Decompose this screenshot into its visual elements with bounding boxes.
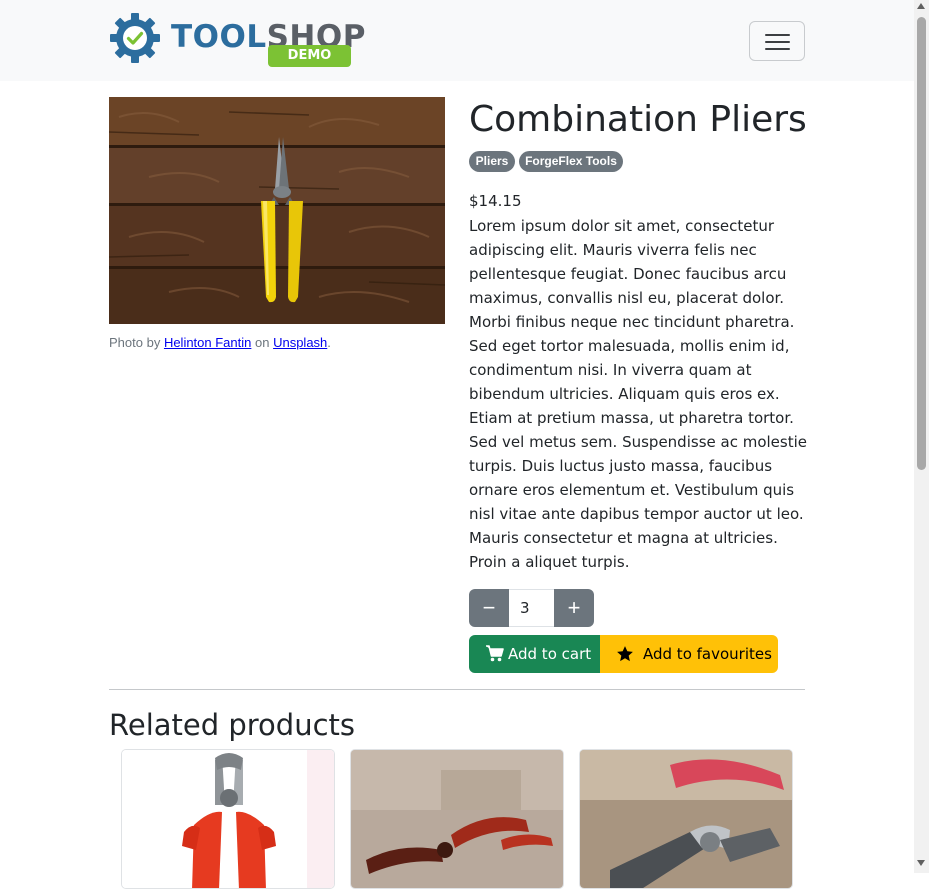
navbar: TOOLSHOP DEMO xyxy=(0,0,914,81)
related-product-image xyxy=(122,750,334,888)
navbar-toggler-button[interactable] xyxy=(749,21,805,61)
decrease-quantity-button[interactable]: − xyxy=(469,589,509,627)
product-name: Combination Pliers xyxy=(469,99,807,140)
star-icon xyxy=(617,646,633,662)
pliers-photo xyxy=(109,97,445,324)
brand-demo-tag: DEMO xyxy=(268,45,351,67)
related-product-card[interactable] xyxy=(121,749,335,889)
category-badge: Pliers xyxy=(469,151,515,172)
add-to-cart-label: Add to cart xyxy=(508,645,592,663)
scroll-up-arrow-icon[interactable] xyxy=(917,3,925,9)
brand-logo[interactable]: TOOLSHOP DEMO xyxy=(109,12,365,70)
related-product-card[interactable] xyxy=(350,749,564,889)
related-products-heading: Related products xyxy=(109,708,356,742)
caption-middle: on xyxy=(251,335,274,350)
section-divider xyxy=(109,689,805,690)
scrollbar-thumb[interactable] xyxy=(917,17,926,470)
add-to-favourites-button[interactable]: Add to favourites xyxy=(600,635,778,673)
related-product-image xyxy=(580,750,792,888)
gear-check-icon xyxy=(110,13,160,63)
caption-prefix: Photo by xyxy=(109,335,164,350)
hamburger-icon-line xyxy=(765,41,790,43)
page-scrollbar[interactable] xyxy=(914,0,929,873)
related-product-card[interactable] xyxy=(579,749,793,889)
brand-badge: ForgeFlex Tools xyxy=(519,151,623,172)
quantity-input[interactable] xyxy=(509,589,554,627)
related-product-image xyxy=(351,750,563,888)
image-caption: Photo by Helinton Fantin on Unsplash. xyxy=(109,335,331,350)
caption-suffix: . xyxy=(327,335,331,350)
hamburger-icon xyxy=(765,34,790,36)
add-to-favourites-label: Add to favourites xyxy=(643,645,772,663)
add-to-cart-button[interactable]: Add to cart xyxy=(469,635,600,673)
product-image xyxy=(109,97,445,324)
unsplash-link[interactable]: Unsplash xyxy=(273,335,327,350)
product-price: $14.15 xyxy=(469,192,522,210)
cart-icon xyxy=(486,645,504,662)
brand-name-part1: TOOL xyxy=(171,19,267,55)
photographer-link[interactable]: Helinton Fantin xyxy=(164,335,251,350)
hamburger-icon-line xyxy=(765,48,790,50)
scroll-down-arrow-icon[interactable] xyxy=(917,860,925,866)
product-description: Lorem ipsum dolor sit amet, consectetur … xyxy=(469,217,807,571)
increase-quantity-button[interactable]: + xyxy=(554,589,594,627)
